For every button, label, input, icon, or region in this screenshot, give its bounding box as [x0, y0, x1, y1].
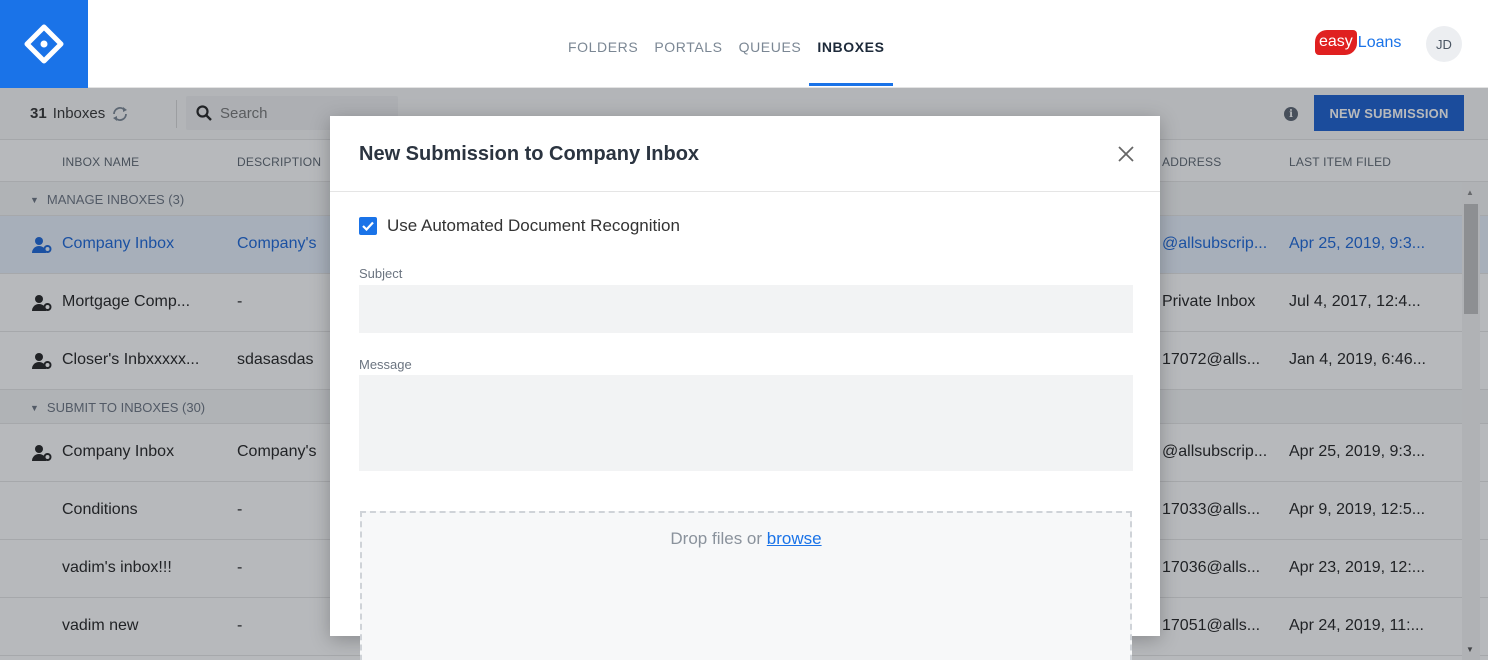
- subject-label: Subject: [359, 266, 403, 281]
- browse-link[interactable]: browse: [767, 529, 822, 548]
- nav-portals[interactable]: PORTALS: [646, 0, 730, 88]
- brand-logo: easy Loans: [1315, 30, 1401, 55]
- file-dropzone[interactable]: Drop files or browse: [360, 511, 1132, 660]
- brand-loans: Loans: [1357, 33, 1402, 51]
- brand-easy: easy: [1315, 30, 1357, 55]
- drop-files-text: Drop files or: [670, 529, 763, 548]
- auto-recognition-label: Use Automated Document Recognition: [387, 216, 680, 235]
- new-submission-modal: New Submission to Company Inbox Use Auto…: [330, 116, 1160, 660]
- nav-queues[interactable]: QUEUES: [731, 0, 810, 88]
- dropzone-text: Drop files or browse: [362, 529, 1130, 549]
- diamond-logo-icon: [24, 24, 64, 64]
- modal-header: New Submission to Company Inbox: [330, 116, 1160, 192]
- nav-inboxes[interactable]: INBOXES: [809, 0, 893, 88]
- message-label: Message: [359, 357, 412, 372]
- modal-title: New Submission to Company Inbox: [359, 143, 700, 165]
- subject-input[interactable]: [359, 285, 1133, 333]
- nav-folders[interactable]: FOLDERS: [560, 0, 646, 88]
- main-nav: FOLDERS PORTALS QUEUES INBOXES: [560, 0, 893, 88]
- checkmark-icon: [362, 221, 374, 231]
- top-bar: FOLDERS PORTALS QUEUES INBOXES easy Loan…: [0, 0, 1488, 88]
- auto-recognition-option[interactable]: Use Automated Document Recognition: [359, 216, 680, 236]
- user-avatar[interactable]: JD: [1426, 26, 1462, 62]
- auto-recognition-checkbox[interactable]: [359, 217, 377, 235]
- app-logo[interactable]: [0, 0, 88, 88]
- close-icon[interactable]: [1112, 140, 1140, 168]
- message-textarea[interactable]: [359, 375, 1133, 471]
